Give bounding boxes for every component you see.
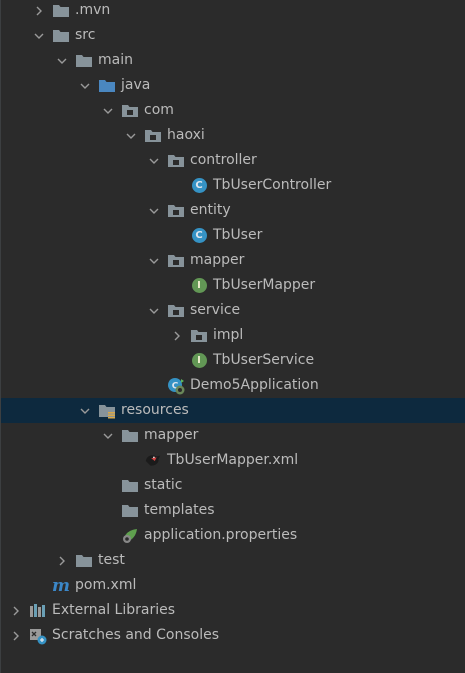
folder-icon	[75, 552, 93, 570]
class-icon: C	[190, 227, 208, 245]
folder-icon	[121, 477, 139, 495]
chevron-down-icon[interactable]	[32, 29, 46, 43]
package-icon	[144, 127, 162, 145]
tree-item-label: External Libraries	[52, 602, 175, 618]
tree-item-static[interactable]: static	[1, 473, 465, 498]
scratches-icon	[29, 627, 47, 645]
tree-item-pom-xml[interactable]: m pom.xml	[1, 573, 465, 598]
tree-item-mapper[interactable]: mapper	[1, 423, 465, 448]
package-icon	[167, 202, 185, 220]
libraries-icon	[29, 602, 47, 620]
tree-item-label: TbUserController	[213, 177, 332, 193]
tree-item-entity[interactable]: entity	[1, 198, 465, 223]
tree-item-tbusercontroller[interactable]: C TbUserController	[1, 173, 465, 198]
tree-item-label: mapper	[144, 427, 199, 443]
tree-item-label: entity	[190, 202, 231, 218]
resources-folder-icon	[98, 402, 116, 420]
chevron-right-icon[interactable]	[9, 604, 23, 618]
tree-item-tbusermapper[interactable]: I TbUserMapper	[1, 273, 465, 298]
tree-item-tbuser[interactable]: C TbUser	[1, 223, 465, 248]
tree-item-label: templates	[144, 502, 215, 518]
tree-item-tbuserservice[interactable]: I TbUserService	[1, 348, 465, 373]
tree-item-label: resources	[121, 402, 189, 418]
tree-item-main[interactable]: main	[1, 48, 465, 73]
tree-item-application-properties[interactable]: application.properties	[1, 523, 465, 548]
folder-icon	[52, 27, 70, 45]
tree-item-external-libraries[interactable]: External Libraries	[1, 598, 465, 623]
chevron-down-icon[interactable]	[78, 404, 92, 418]
tree-item-java[interactable]: java	[1, 73, 465, 98]
project-tree: .mvn src main java com haoxi controller C…	[0, 0, 465, 673]
tree-item-label: controller	[190, 152, 257, 168]
source-folder-icon	[98, 77, 116, 95]
chevron-down-icon[interactable]	[147, 154, 161, 168]
maven-icon: m	[52, 575, 70, 596]
chevron-down-icon[interactable]	[147, 304, 161, 318]
chevron-down-icon[interactable]	[55, 54, 69, 68]
tree-item-label: main	[98, 52, 133, 68]
spring-boot-class-icon: C	[167, 377, 185, 395]
tree-item-src[interactable]: src	[1, 23, 465, 48]
tree-item-com[interactable]: com	[1, 98, 465, 123]
tree-item-label: src	[75, 27, 96, 43]
class-icon: C	[190, 177, 208, 195]
tree-item-label: java	[121, 77, 151, 93]
tree-item-label: application.properties	[144, 527, 298, 543]
tree-item-mvn[interactable]: .mvn	[1, 0, 465, 23]
tree-item-resources[interactable]: resources	[1, 398, 465, 423]
tree-item-label: haoxi	[167, 127, 205, 143]
chevron-down-icon[interactable]	[78, 79, 92, 93]
chevron-right-icon[interactable]	[9, 629, 23, 643]
tree-item-label: static	[144, 477, 183, 493]
tree-item-label: pom.xml	[75, 577, 137, 593]
tree-item-label: TbUser	[213, 227, 263, 243]
tree-item-label: TbUserMapper.xml	[167, 452, 299, 468]
interface-icon: I	[190, 277, 208, 295]
package-icon	[121, 102, 139, 120]
chevron-right-icon[interactable]	[32, 4, 46, 18]
mybatis-xml-icon	[144, 452, 162, 470]
package-icon	[190, 327, 208, 345]
folder-icon	[52, 2, 70, 20]
tree-item-label: mapper	[190, 252, 245, 268]
tree-item-label: impl	[213, 327, 244, 343]
tree-item-mapper[interactable]: mapper	[1, 248, 465, 273]
tree-item-haoxi[interactable]: haoxi	[1, 123, 465, 148]
tree-item-service[interactable]: service	[1, 298, 465, 323]
spring-properties-icon	[121, 527, 139, 545]
folder-icon	[121, 502, 139, 520]
interface-icon: I	[190, 352, 208, 370]
package-icon	[167, 152, 185, 170]
tree-item-test[interactable]: test	[1, 548, 465, 573]
chevron-down-icon[interactable]	[101, 429, 115, 443]
tree-item-impl[interactable]: impl	[1, 323, 465, 348]
tree-item-templates[interactable]: templates	[1, 498, 465, 523]
package-icon	[167, 252, 185, 270]
tree-item-label: TbUserMapper	[213, 277, 316, 293]
tree-item-tbusermapper-xml[interactable]: TbUserMapper.xml	[1, 448, 465, 473]
chevron-down-icon[interactable]	[147, 254, 161, 268]
chevron-right-icon[interactable]	[170, 329, 184, 343]
tree-item-label: service	[190, 302, 241, 318]
folder-icon	[121, 427, 139, 445]
chevron-down-icon[interactable]	[124, 129, 138, 143]
folder-icon	[75, 52, 93, 70]
tree-item-label: com	[144, 102, 174, 118]
tree-item-label: Demo5Application	[190, 377, 319, 393]
tree-item-label: Scratches and Consoles	[52, 627, 219, 643]
tree-item-label: test	[98, 552, 125, 568]
tree-item-label: .mvn	[75, 2, 111, 18]
package-icon	[167, 302, 185, 320]
tree-item-label: TbUserService	[213, 352, 315, 368]
tree-item-scratches-and-consoles[interactable]: Scratches and Consoles	[1, 623, 465, 648]
chevron-down-icon[interactable]	[101, 104, 115, 118]
chevron-down-icon[interactable]	[147, 204, 161, 218]
tree-item-controller[interactable]: controller	[1, 148, 465, 173]
tree-item-demo5application[interactable]: C Demo5Application	[1, 373, 465, 398]
chevron-right-icon[interactable]	[55, 554, 69, 568]
